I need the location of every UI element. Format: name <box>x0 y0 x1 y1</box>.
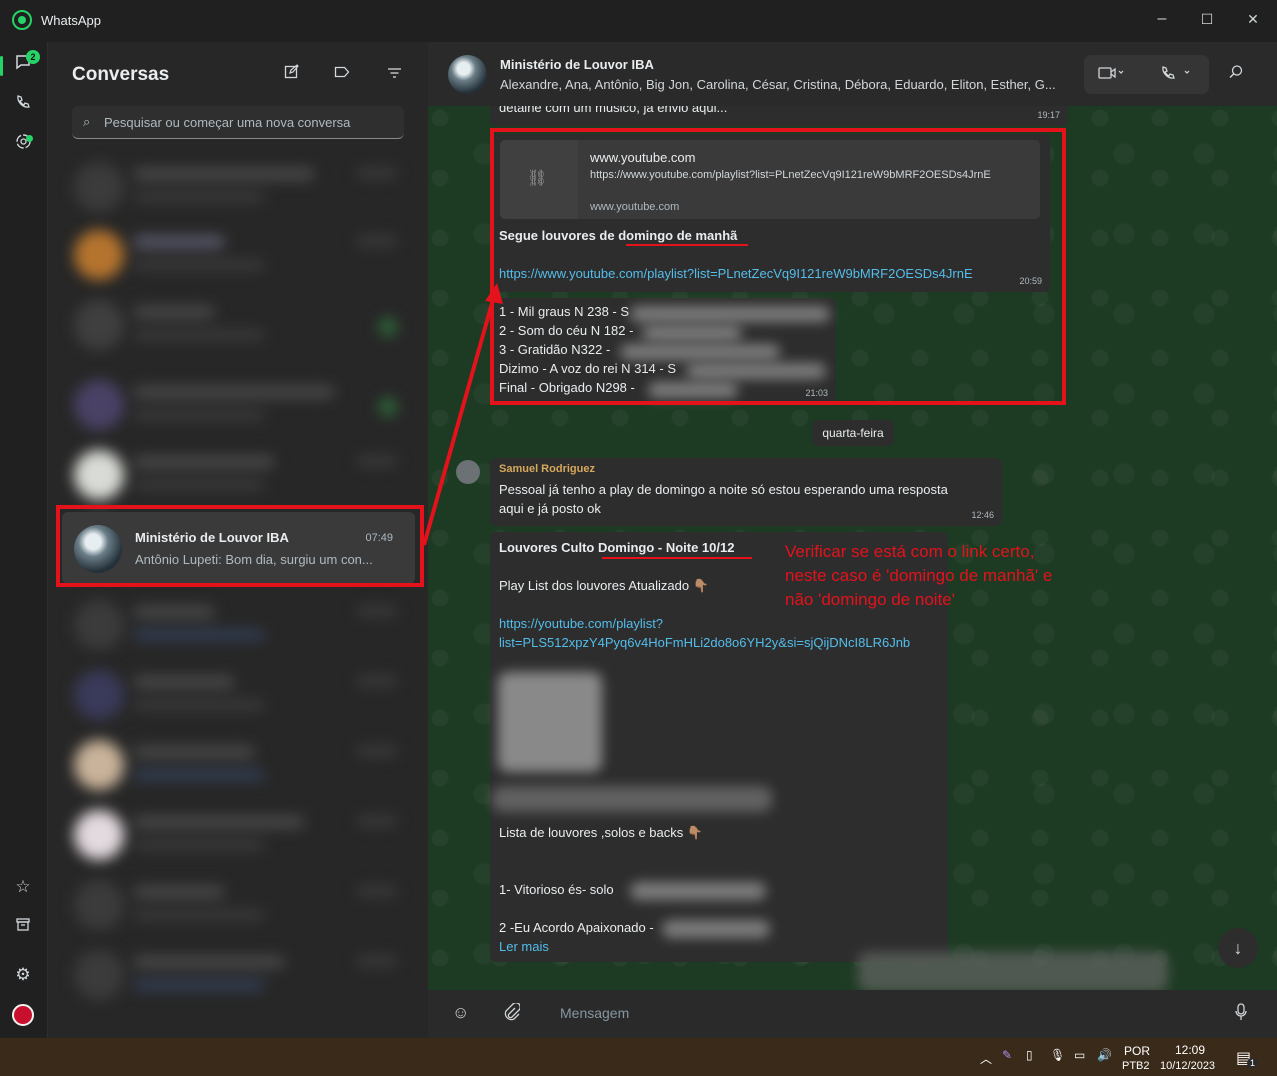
message-text: 1- Vitorioso és- solo <box>499 882 614 897</box>
redacted-image <box>498 672 602 772</box>
search-placeholder: Pesquisar ou começar uma nova conversa <box>104 115 351 130</box>
message-text: Play List dos louvores Atualizado 👇🏽 <box>499 578 709 593</box>
message-text: Pessoal já tenho a play de domingo a noi… <box>499 482 948 497</box>
annotation-note: Verificar se está com o link certo, nest… <box>785 542 1053 609</box>
attach-icon[interactable] <box>504 1002 521 1026</box>
app-title: WhatsApp <box>41 13 101 28</box>
message-time: 12:46 <box>971 510 994 520</box>
chat-search-icon[interactable] <box>1228 64 1244 84</box>
archive-icon[interactable] <box>10 914 36 940</box>
annotation-highlight-chat <box>56 505 424 587</box>
filter-icon[interactable] <box>383 64 405 86</box>
list-item[interactable] <box>70 372 405 436</box>
chat-title[interactable]: Ministério de Louvor IBA <box>500 57 654 72</box>
left-rail: 2 ☆ ⚙ <box>0 42 47 1038</box>
video-call-icon[interactable] <box>1098 65 1124 85</box>
voice-call-icon[interactable] <box>1160 65 1194 85</box>
emoji-icon[interactable]: ☺ <box>452 1003 469 1023</box>
labels-icon[interactable] <box>331 64 353 86</box>
message-text: 2 -Eu Acordo Apaixonado - <box>499 920 654 935</box>
message-text: aqui e já posto ok <box>499 501 601 516</box>
profile-avatar[interactable] <box>10 1002 36 1028</box>
list-item[interactable] <box>70 732 405 796</box>
sender-avatar[interactable] <box>456 460 480 484</box>
list-item[interactable] <box>70 662 405 726</box>
list-item[interactable] <box>70 942 405 1006</box>
notification-count: 1 <box>1247 1058 1259 1068</box>
tray-volume-icon[interactable]: 🔊 <box>1097 1048 1112 1062</box>
annotation-underline <box>602 557 752 559</box>
clock-time[interactable]: 12:09 <box>1175 1043 1205 1057</box>
list-item[interactable] <box>70 292 405 356</box>
clock-date[interactable]: 10/12/2023 <box>1160 1060 1215 1072</box>
settings-icon[interactable]: ⚙ <box>10 962 36 988</box>
rail-active-indicator <box>0 56 3 76</box>
microphone-icon[interactable] <box>1234 1003 1248 1026</box>
annotation-highlight-messages <box>490 128 1066 405</box>
starred-icon[interactable]: ☆ <box>10 874 36 900</box>
read-more-link[interactable]: Ler mais <box>499 939 549 954</box>
title-bar: WhatsApp – ☐ ✕ <box>0 0 1277 42</box>
list-item[interactable] <box>70 442 405 506</box>
message-text: detalhe com um músico, já envio aqui... <box>499 106 728 115</box>
sidebar-title: Conversas <box>72 64 170 85</box>
search-icon: ⌕ <box>83 114 91 129</box>
message-bubble: detalhe com um músico, já envio aqui... … <box>490 106 1068 126</box>
calls-icon[interactable] <box>10 92 36 118</box>
message-input[interactable]: Mensagem <box>560 1005 629 1021</box>
playlist-link[interactable]: list=PLS512xpzY4Pyq6v4HoFmHLi2do8o6YH2y&… <box>499 635 910 650</box>
list-item[interactable] <box>70 592 405 656</box>
scroll-down-button[interactable]: ↓ <box>1218 928 1258 968</box>
redacted-text <box>492 786 772 812</box>
call-buttons <box>1084 55 1209 94</box>
message-text: Lista de louvores ,solos e backs 👇🏽 <box>499 825 704 840</box>
message-bubble-incoming: Samuel Rodriguez Pessoal já tenho a play… <box>490 458 1002 526</box>
new-chat-icon[interactable] <box>280 64 302 86</box>
tray-battery-icon[interactable]: ▯ <box>1026 1048 1033 1062</box>
os-taskbar: ︿ ✎ ▯ 🎙 ▭ 🔊 POR PTB2 12:09 10/12/2023 ▤ … <box>0 1038 1277 1076</box>
list-item[interactable] <box>70 802 405 866</box>
message-title: Louvores Culto Domingo - Noite 10/12 <box>499 540 735 555</box>
tray-mic-icon[interactable]: 🎙 <box>1050 1048 1065 1062</box>
redacted-text <box>630 882 766 900</box>
list-item[interactable] <box>70 872 405 936</box>
redacted-text <box>662 920 770 938</box>
minimize-button[interactable]: – <box>1147 8 1177 30</box>
tray-network-icon[interactable]: ▭ <box>1074 1048 1085 1062</box>
playlist-link[interactable]: https://youtube.com/playlist? <box>499 616 663 631</box>
whatsapp-logo-icon <box>12 10 32 30</box>
status-new-dot <box>26 135 33 142</box>
message-input-bar: ☺ Mensagem <box>428 990 1277 1038</box>
date-divider: quarta-feira <box>812 420 894 446</box>
sender-name[interactable]: Samuel Rodriguez <box>499 463 595 475</box>
input-layout[interactable]: PTB2 <box>1122 1060 1150 1072</box>
group-avatar[interactable] <box>448 55 487 94</box>
chat-header: Ministério de Louvor IBA Alexandre, Ana,… <box>428 42 1277 106</box>
list-item[interactable] <box>70 154 405 218</box>
chats-badge: 2 <box>26 50 40 64</box>
close-button[interactable]: ✕ <box>1238 8 1268 30</box>
maximize-button[interactable]: ☐ <box>1192 8 1222 30</box>
search-input[interactable]: ⌕ Pesquisar ou começar uma nova conversa <box>72 106 404 139</box>
tray-app-icon[interactable]: ✎ <box>1002 1048 1012 1062</box>
message-time: 19:17 <box>1037 110 1060 120</box>
input-language[interactable]: POR <box>1124 1044 1150 1058</box>
tray-expand-icon[interactable]: ︿ <box>980 1050 992 1067</box>
list-item[interactable] <box>70 222 405 286</box>
member-list: Alexandre, Ana, Antônio, Big Jon, Caroli… <box>500 77 1056 92</box>
redacted-text <box>858 952 1168 990</box>
